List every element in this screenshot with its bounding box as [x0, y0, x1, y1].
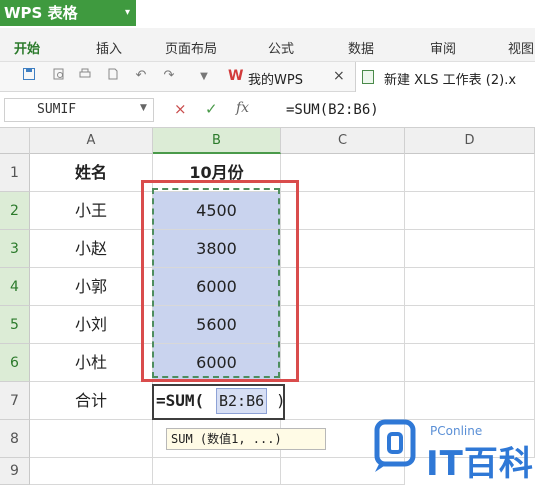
column-header-d[interactable]: D: [405, 128, 535, 154]
tab-my-wps[interactable]: 我的WPS: [248, 69, 303, 88]
cell-a6[interactable]: 小杜: [30, 344, 153, 382]
ribbon-tabs: 开始 插入 页面布局 公式 数据 审阅 视图: [0, 28, 535, 62]
cancel-icon[interactable]: ×: [174, 100, 187, 118]
cell-a1[interactable]: 姓名: [30, 154, 153, 192]
row-header-6[interactable]: 6: [0, 344, 30, 382]
app-title: WPS 表格: [4, 4, 78, 22]
cell-c1[interactable]: [281, 154, 405, 192]
tab-data[interactable]: 数据: [348, 38, 374, 57]
pconline-logo-icon: [373, 418, 423, 473]
print-preview-icon[interactable]: [52, 68, 66, 84]
cell-a9[interactable]: [30, 458, 153, 485]
tab-page-layout[interactable]: 页面布局: [165, 38, 217, 57]
cell-c7[interactable]: [281, 382, 405, 420]
tab-home[interactable]: 开始: [14, 38, 40, 57]
column-header-c[interactable]: C: [281, 128, 405, 154]
wps-logo-icon: W: [228, 68, 244, 84]
cell-d7[interactable]: [405, 382, 535, 420]
print-icon[interactable]: [78, 68, 92, 84]
row-header-4[interactable]: 4: [0, 268, 30, 306]
cell-b7-formula-suffix: ): [276, 391, 286, 410]
close-icon[interactable]: ×: [333, 68, 345, 84]
column-headers: A B C D: [0, 128, 535, 154]
column-header-a[interactable]: A: [30, 128, 153, 154]
cell-c6[interactable]: [281, 344, 405, 382]
cell-c4[interactable]: [281, 268, 405, 306]
cell-d6[interactable]: [405, 344, 535, 382]
cell-a8[interactable]: [30, 420, 153, 458]
tab-formulas[interactable]: 公式: [268, 38, 294, 57]
cell-b9[interactable]: [153, 458, 281, 485]
select-all-corner[interactable]: [0, 128, 30, 154]
row-header-9[interactable]: 9: [0, 458, 30, 485]
cell-c3[interactable]: [281, 230, 405, 268]
chevron-down-icon: ▾: [124, 7, 130, 18]
cell-d5[interactable]: [405, 306, 535, 344]
document-tab[interactable]: 新建 XLS 工作表 (2).x: [355, 62, 535, 92]
name-box[interactable]: SUMIF: [4, 98, 154, 122]
tab-insert[interactable]: 插入: [96, 38, 122, 57]
redo-icon[interactable]: ↷: [162, 68, 176, 83]
cell-d2[interactable]: [405, 192, 535, 230]
cell-d4[interactable]: [405, 268, 535, 306]
insert-function-icon[interactable]: fx: [236, 100, 249, 116]
cell-a3[interactable]: 小赵: [30, 230, 153, 268]
cell-b7-range-ref: B2:B6: [216, 388, 268, 414]
column-header-b[interactable]: B: [153, 128, 281, 154]
sheet-file-icon: [362, 70, 374, 84]
cell-c5[interactable]: [281, 306, 405, 344]
cell-b7-formula-prefix: =SUM(: [156, 391, 205, 410]
watermark-title: IT百科: [426, 444, 534, 484]
confirm-icon[interactable]: ✓: [205, 100, 218, 118]
row-header-5[interactable]: 5: [0, 306, 30, 344]
app-menu-button[interactable]: WPS 表格 ▾: [0, 0, 136, 26]
cell-a5[interactable]: 小刘: [30, 306, 153, 344]
document-tab-label: 新建 XLS 工作表 (2).x: [384, 73, 517, 88]
cell-c2[interactable]: [281, 192, 405, 230]
undo-icon[interactable]: ↶: [134, 68, 148, 83]
row-header-8[interactable]: 8: [0, 420, 30, 458]
formula-bar: SUMIF ▼ × ✓ fx =SUM(B2:B6): [0, 92, 535, 128]
cell-d3[interactable]: [405, 230, 535, 268]
row-header-7[interactable]: 7: [0, 382, 30, 420]
cell-a2[interactable]: 小王: [30, 192, 153, 230]
row-header-1[interactable]: 1: [0, 154, 30, 192]
cell-a7[interactable]: 合计: [30, 382, 153, 420]
chevron-down-icon[interactable]: ▼: [140, 103, 147, 113]
row-header-2[interactable]: 2: [0, 192, 30, 230]
highlight-box: [141, 180, 299, 382]
dropdown-icon[interactable]: ▼: [197, 71, 211, 82]
row-header-3[interactable]: 3: [0, 230, 30, 268]
export-icon[interactable]: [106, 68, 120, 84]
cell-a4[interactable]: 小郭: [30, 268, 153, 306]
tab-review[interactable]: 审阅: [430, 38, 456, 57]
tab-view[interactable]: 视图: [508, 38, 534, 57]
cell-d1[interactable]: [405, 154, 535, 192]
save-icon[interactable]: [22, 68, 36, 84]
function-tooltip[interactable]: SUM (数值1, ...): [166, 428, 326, 450]
formula-input[interactable]: =SUM(B2:B6): [286, 98, 535, 122]
